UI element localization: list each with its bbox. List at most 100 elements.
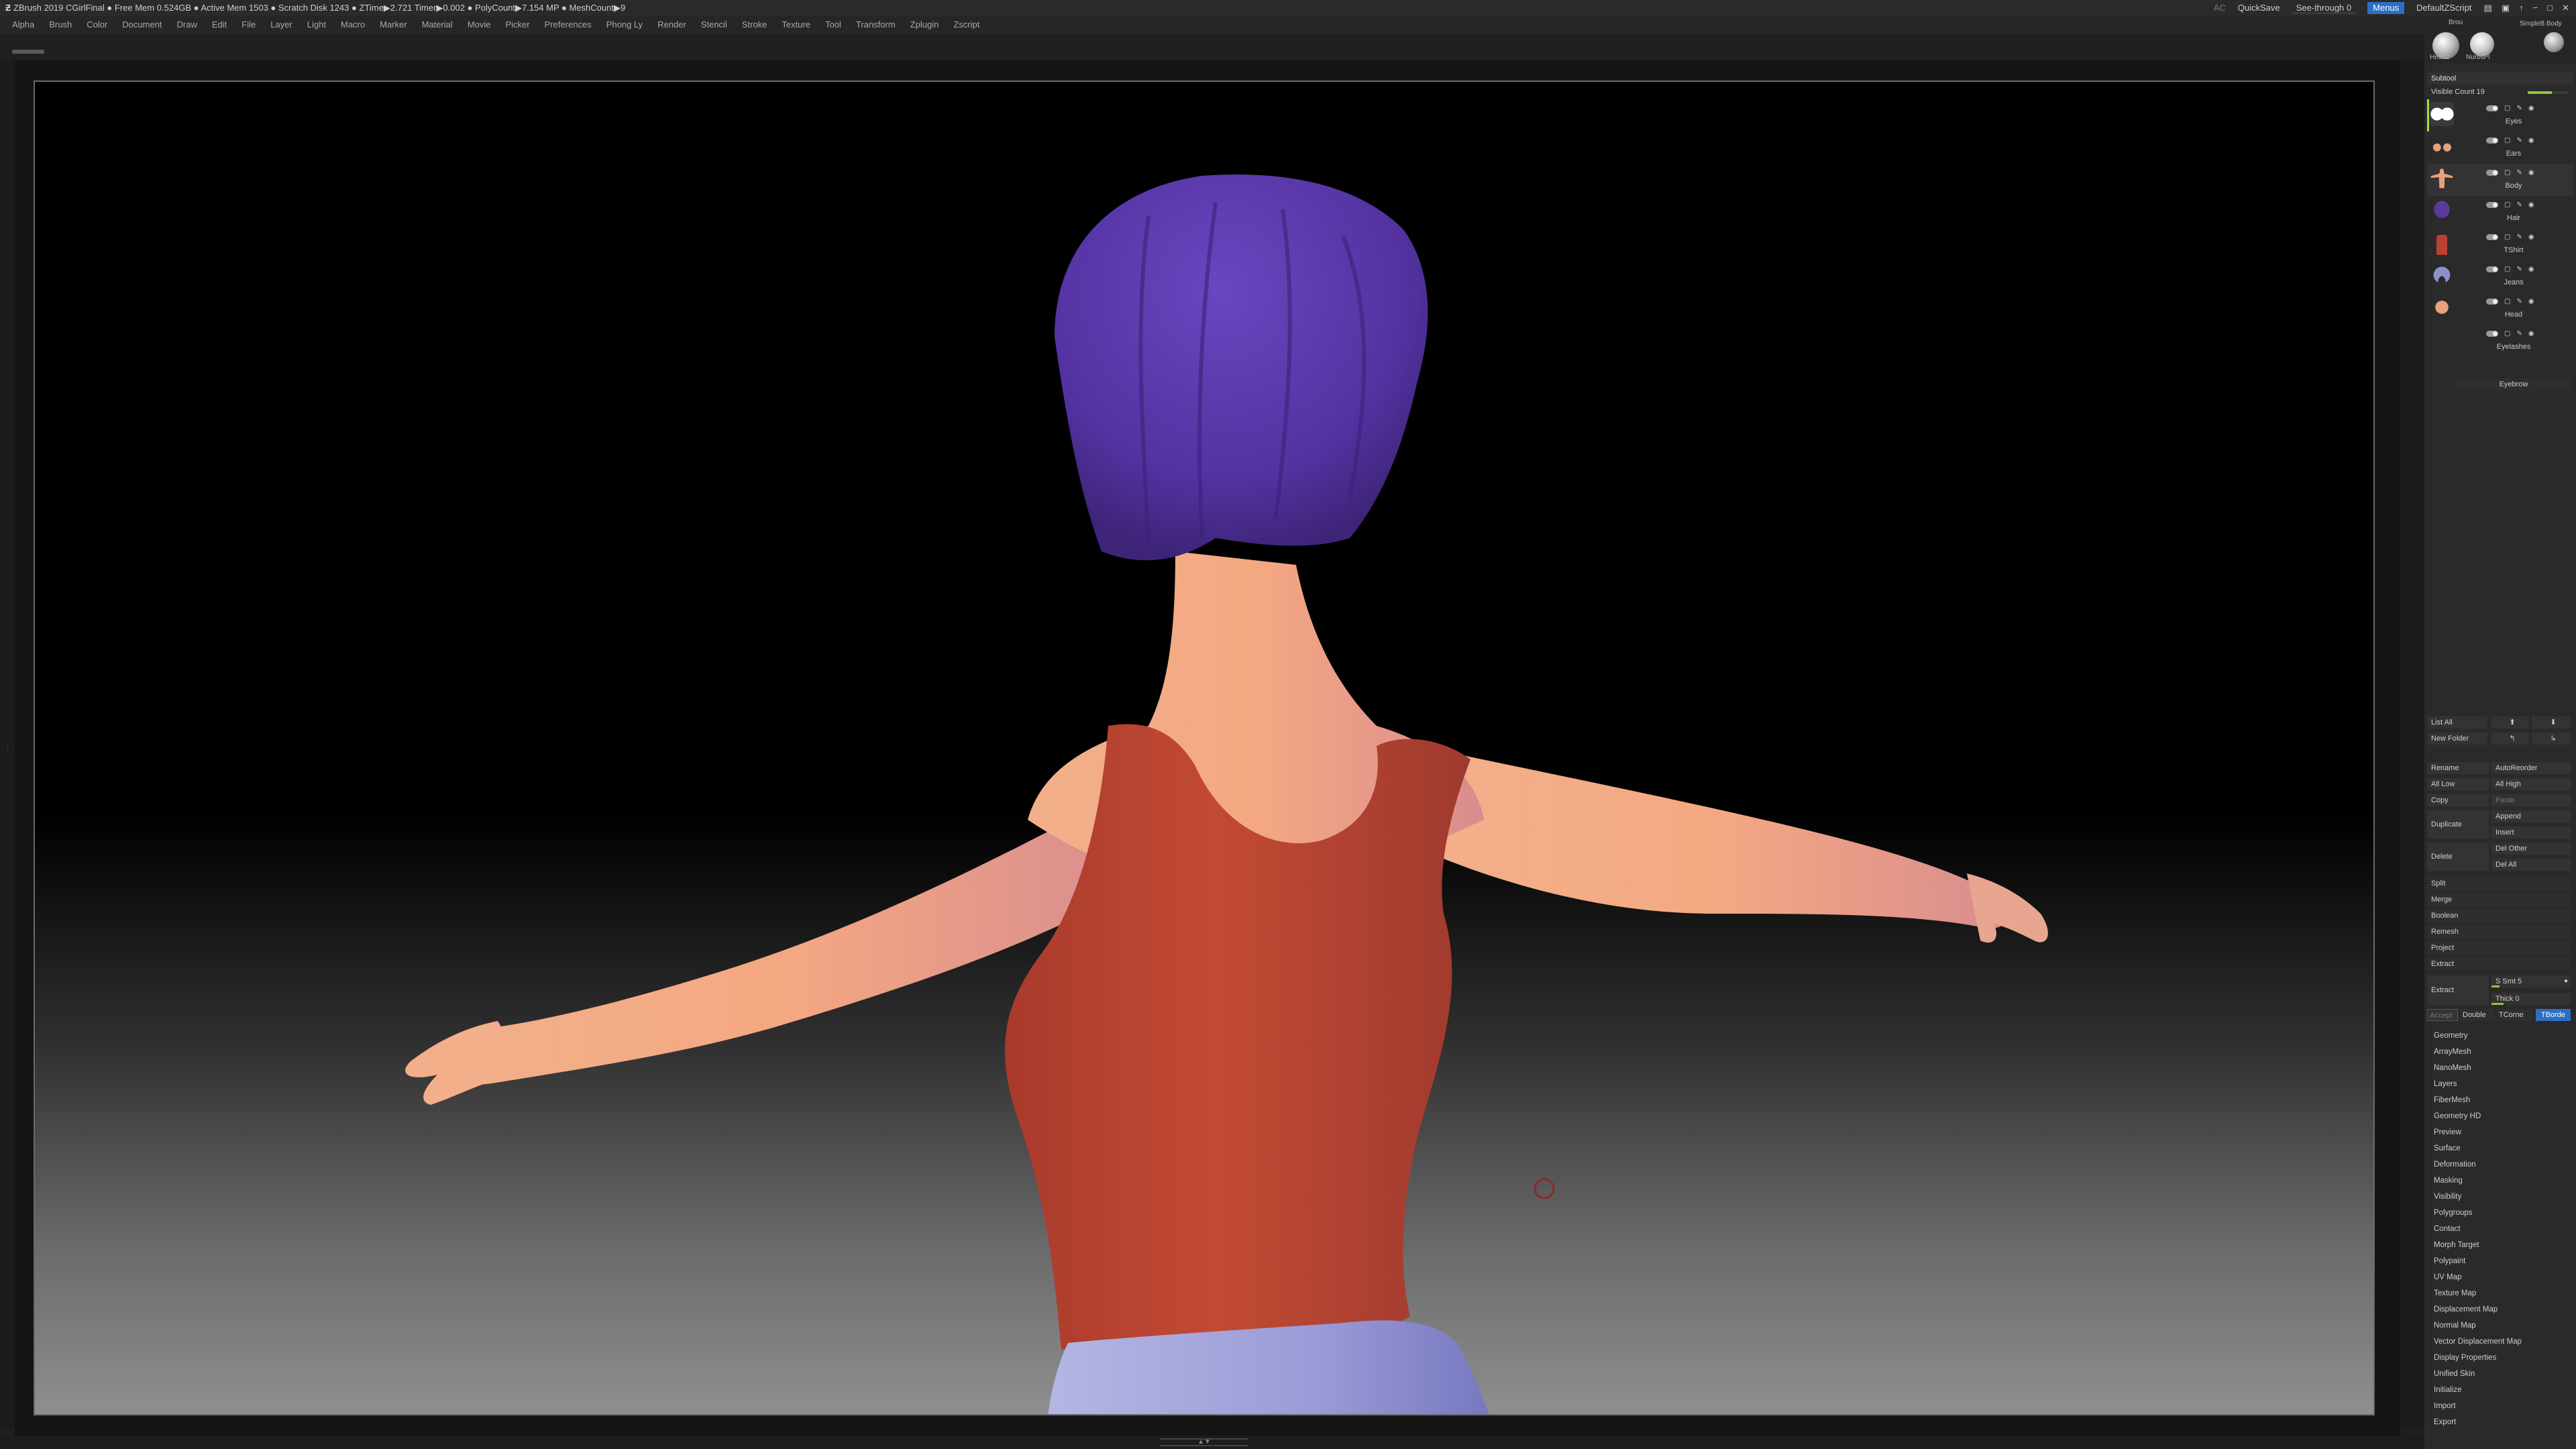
menu-file[interactable]: File xyxy=(241,16,256,34)
folder-icon[interactable]: ▢ xyxy=(2504,266,2510,274)
eye-icon[interactable]: ◉ xyxy=(2528,330,2534,338)
menu-geometry[interactable]: Geometry xyxy=(2431,1028,2572,1044)
arrow-right-down-icon[interactable]: ↳ xyxy=(2532,733,2571,745)
s-smt-slider[interactable]: S Smt 5 ● xyxy=(2491,975,2571,987)
menu-nanomesh[interactable]: NanoMesh xyxy=(2431,1060,2572,1076)
menu-surface[interactable]: Surface xyxy=(2431,1140,2572,1157)
del-other-button[interactable]: Del Other xyxy=(2491,843,2571,855)
brush-icon[interactable]: ✎ xyxy=(2516,105,2522,113)
menu-initialize[interactable]: Initialize xyxy=(2431,1382,2572,1398)
folder-icon[interactable]: ▢ xyxy=(2504,137,2510,145)
left-tray-grip-icon[interactable]: ⋮ xyxy=(4,745,11,785)
arrow-left-up-icon[interactable]: ↰ xyxy=(2491,733,2529,745)
menu-masking[interactable]: Masking xyxy=(2431,1173,2572,1189)
menu-zplugin[interactable]: Zplugin xyxy=(910,16,939,34)
bottom-tray-grip-icon[interactable]: ▲▼ xyxy=(1161,1438,1248,1446)
eye-icon[interactable]: ◉ xyxy=(2528,201,2534,209)
remesh-button[interactable]: Remesh xyxy=(2427,926,2571,938)
all-high-button[interactable]: All High xyxy=(2491,778,2571,790)
quicksave-button[interactable]: QuickSave xyxy=(2238,0,2280,16)
subtool-header[interactable]: Subtool xyxy=(2427,72,2573,85)
tcorne-button[interactable]: TCorne xyxy=(2497,1009,2533,1021)
extract-section-header[interactable]: Extract xyxy=(2427,958,2571,970)
move-up-icon[interactable]: ⬆ xyxy=(2491,716,2529,729)
eye-icon[interactable]: ◉ xyxy=(2528,298,2534,306)
menu-edit[interactable]: Edit xyxy=(212,16,227,34)
menu-vector-displacement-map[interactable]: Vector Displacement Map xyxy=(2431,1334,2572,1350)
menu-polygroups[interactable]: Polygroups xyxy=(2431,1205,2572,1221)
subtool-name-eyebrow[interactable]: Eyebrow xyxy=(2457,378,2571,390)
shelf-handle[interactable] xyxy=(12,50,44,54)
menu-texture[interactable]: Texture xyxy=(782,16,810,34)
append-button[interactable]: Append xyxy=(2491,810,2571,822)
del-all-button[interactable]: Del All xyxy=(2491,859,2571,871)
list-all-button[interactable]: List All xyxy=(2427,716,2487,729)
arrow-up-icon[interactable]: ↑ xyxy=(2519,0,2524,16)
split-button[interactable]: Split xyxy=(2427,877,2571,890)
menu-unified-skin[interactable]: Unified Skin xyxy=(2431,1366,2572,1382)
folder-icon[interactable]: ▢ xyxy=(2504,169,2510,177)
minimize-icon[interactable]: − xyxy=(2533,0,2538,16)
layout-icon[interactable]: ▤ xyxy=(2484,0,2492,16)
boolean-button[interactable]: Boolean xyxy=(2427,910,2571,922)
eye-icon[interactable]: ◉ xyxy=(2528,137,2534,145)
menu-displacement-map[interactable]: Displacement Map xyxy=(2431,1301,2572,1318)
menu-contact[interactable]: Contact xyxy=(2431,1221,2572,1237)
menu-stencil[interactable]: Stencil xyxy=(701,16,727,34)
subtool-item[interactable]: ▢ ✎ ◉ Body xyxy=(2427,164,2573,196)
visibility-toggle[interactable] xyxy=(2486,299,2498,305)
menu-movie[interactable]: Movie xyxy=(468,16,491,34)
menu-fibermesh[interactable]: FiberMesh xyxy=(2431,1092,2572,1108)
eye-icon[interactable]: ◉ xyxy=(2528,105,2534,113)
maximize-icon[interactable]: □ xyxy=(2547,0,2553,16)
extract-button[interactable]: Extract xyxy=(2427,975,2489,1005)
all-low-button[interactable]: All Low xyxy=(2427,778,2489,790)
menu-macro[interactable]: Macro xyxy=(341,16,365,34)
visibility-toggle[interactable] xyxy=(2486,234,2498,240)
menu-uv-map[interactable]: UV Map xyxy=(2431,1269,2572,1285)
menu-alpha[interactable]: Alpha xyxy=(12,16,34,34)
menu-phong-ly[interactable]: Phong Ly xyxy=(606,16,643,34)
folder-icon[interactable]: ▢ xyxy=(2504,201,2510,209)
brush-icon[interactable]: ✎ xyxy=(2516,266,2522,274)
menu-export[interactable]: Export xyxy=(2431,1414,2572,1430)
menu-deformation[interactable]: Deformation xyxy=(2431,1157,2572,1173)
menu-display-properties[interactable]: Display Properties xyxy=(2431,1350,2572,1366)
menu-layer[interactable]: Layer xyxy=(270,16,292,34)
folder-icon[interactable]: ▢ xyxy=(2504,330,2510,338)
delete-button[interactable]: Delete xyxy=(2427,843,2489,871)
menu-texture-map[interactable]: Texture Map xyxy=(2431,1285,2572,1301)
menu-transform[interactable]: Transform xyxy=(856,16,896,34)
brush-icon[interactable]: ✎ xyxy=(2516,330,2522,338)
new-folder-button[interactable]: New Folder xyxy=(2427,733,2487,745)
subtool-item[interactable]: ▢ ✎ ◉ Jeans xyxy=(2427,260,2573,292)
menu-light[interactable]: Light xyxy=(307,16,326,34)
accept-button[interactable]: Accept xyxy=(2427,1009,2458,1021)
thick-slider[interactable]: Thick 0 xyxy=(2491,993,2571,1005)
copy-button[interactable]: Copy xyxy=(2427,794,2489,806)
duplicate-button[interactable]: Duplicate xyxy=(2427,810,2489,839)
menu-polypaint[interactable]: Polypaint xyxy=(2431,1253,2572,1269)
folder-icon[interactable]: ▢ xyxy=(2504,233,2510,241)
folder-icon[interactable]: ▢ xyxy=(2504,105,2510,113)
visibility-toggle[interactable] xyxy=(2486,331,2498,337)
body-tool-icon[interactable] xyxy=(2544,32,2564,52)
menu-tool[interactable]: Tool xyxy=(825,16,841,34)
subtool-item[interactable]: ▢ ✎ ◉ TShirt xyxy=(2427,228,2573,260)
menu-morph-target[interactable]: Morph Target xyxy=(2431,1237,2572,1253)
rename-button[interactable]: Rename xyxy=(2427,762,2489,774)
menu-geometry-hd[interactable]: Geometry HD xyxy=(2431,1108,2572,1124)
tborde-button[interactable]: TBorde xyxy=(2536,1009,2571,1021)
eye-icon[interactable]: ◉ xyxy=(2528,233,2534,241)
menu-arraymesh[interactable]: ArrayMesh xyxy=(2431,1044,2572,1060)
menu-color[interactable]: Color xyxy=(87,16,107,34)
menu-document[interactable]: Document xyxy=(122,16,162,34)
brush-icon[interactable]: ✎ xyxy=(2516,298,2522,306)
default-zscript-button[interactable]: DefaultZScript xyxy=(2416,0,2471,16)
palette-icon[interactable]: ▣ xyxy=(2502,0,2510,16)
menu-picker[interactable]: Picker xyxy=(506,16,530,34)
brush-icon[interactable]: ✎ xyxy=(2516,233,2522,241)
menu-visibility[interactable]: Visibility xyxy=(2431,1189,2572,1205)
insert-button[interactable]: Insert xyxy=(2491,826,2571,839)
move-down-icon[interactable]: ⬇ xyxy=(2532,716,2571,729)
